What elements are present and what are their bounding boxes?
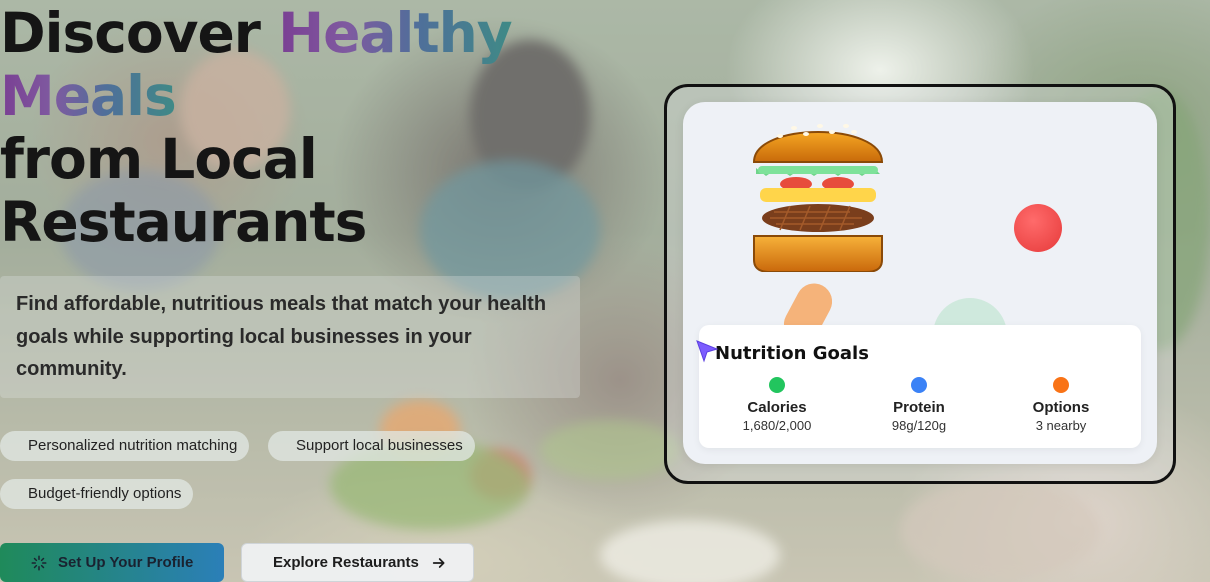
- options-label: Options: [1032, 399, 1090, 416]
- stat-calories: Calories 1,680/2,000: [717, 377, 837, 435]
- decor-red-dot: [1014, 204, 1062, 252]
- setup-profile-button[interactable]: Set Up Your Profile: [0, 543, 224, 582]
- feature-chip-local: Support local businesses: [268, 431, 475, 461]
- calories-value: 1,680/2,000: [742, 418, 812, 433]
- cursor-icon: [696, 340, 719, 363]
- sparkle-icon: [30, 554, 48, 572]
- setup-profile-label: Set Up Your Profile: [58, 554, 194, 571]
- protein-label: Protein: [893, 399, 945, 416]
- hero-title: Discover Healthy Meals from Local Restau…: [0, 1, 513, 254]
- hero-subtitle: Find affordable, nutritious meals that m…: [16, 293, 547, 380]
- protein-dot: [911, 377, 927, 393]
- title-plain: Discover: [0, 1, 279, 65]
- title-highlight-meals: Meals: [0, 64, 177, 128]
- title-line-restaurants: Restaurants: [0, 190, 367, 254]
- title-line-from-local: from Local: [0, 127, 318, 191]
- calories-label: Calories: [747, 399, 807, 416]
- nutrition-goals-title: Nutrition Goals: [715, 343, 869, 364]
- options-value: 3 nearby: [1035, 418, 1087, 433]
- stat-options: Options 3 nearby: [1001, 377, 1121, 435]
- feature-chip-personalized: Personalized nutrition matching: [0, 431, 250, 461]
- title-highlight-healthy: Healthy: [278, 1, 513, 65]
- arrow-right-icon: [431, 555, 447, 571]
- protein-value: 98g/120g: [891, 418, 947, 433]
- burger-icon: [752, 124, 884, 272]
- stat-protein: Protein 98g/120g: [859, 377, 979, 435]
- options-dot: [1053, 377, 1069, 393]
- explore-restaurants-label: Explore Restaurants: [273, 554, 419, 571]
- feature-chip-budget: Budget-friendly options: [0, 479, 194, 509]
- explore-restaurants-button[interactable]: Explore Restaurants: [241, 543, 474, 582]
- calories-dot: [769, 377, 785, 393]
- nutrition-goals-card: Nutrition Goals Calories 1,680/2,000 Pro…: [699, 325, 1141, 448]
